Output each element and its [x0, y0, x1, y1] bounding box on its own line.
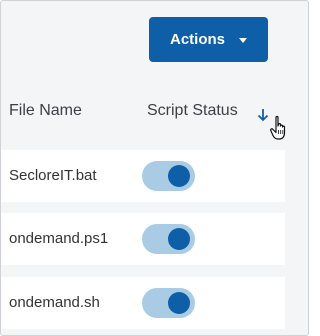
table-header: File Name Script Status [1, 89, 308, 135]
script-status-toggle[interactable] [142, 161, 195, 191]
toggle-knob [168, 165, 190, 187]
toggle-knob [168, 228, 190, 250]
column-header-script-status[interactable]: Script Status [147, 102, 238, 120]
actions-button[interactable]: Actions [149, 17, 268, 62]
hand-pointer-icon [270, 115, 286, 140]
column-header-file-name[interactable]: File Name [9, 102, 82, 120]
table-row: SecloreIT.bat [1, 150, 285, 202]
toggle-knob [168, 292, 190, 314]
caret-down-icon [239, 37, 247, 43]
file-name-cell: ondemand.ps1 [9, 230, 109, 247]
file-name-cell: SecloreIT.bat [9, 167, 97, 184]
file-scripts-panel: Actions File Name Script Status SecloreI… [0, 0, 309, 336]
table-row: ondemand.ps1 [1, 213, 285, 265]
table-row: ondemand.sh [1, 277, 285, 329]
actions-button-label: Actions [169, 31, 225, 48]
script-status-toggle[interactable] [142, 288, 195, 318]
file-name-cell: ondemand.sh [9, 294, 100, 311]
script-status-toggle[interactable] [142, 224, 195, 254]
